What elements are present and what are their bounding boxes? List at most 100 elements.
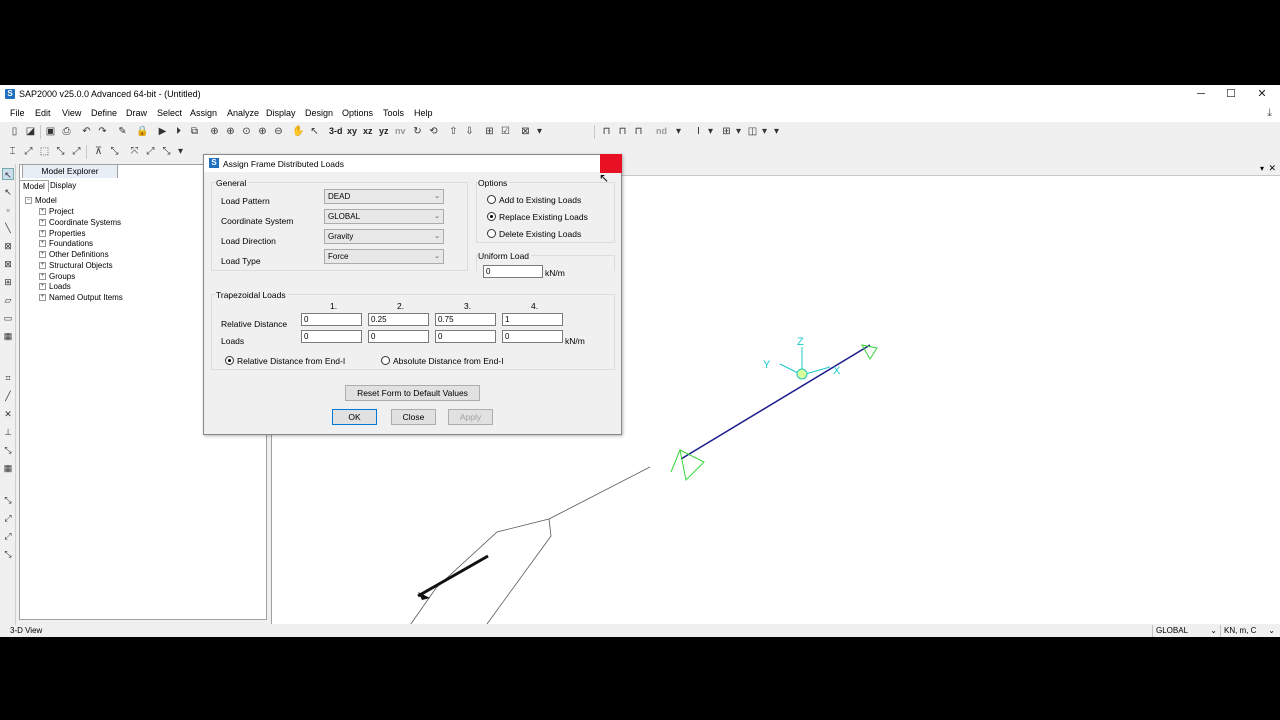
tree-node-loads[interactable]: + Loads [39,281,71,292]
absolute-distance-radio[interactable] [381,356,390,365]
reset-form-button[interactable]: Reset Form to Default Values [345,385,480,401]
absolute-distance-option[interactable]: Absolute Distance from End-I [393,356,504,366]
tab-display[interactable]: Display [47,180,79,192]
maximize-button[interactable]: ☐ [1216,85,1246,104]
expand-icon[interactable]: + [39,240,46,248]
snap-mid-icon[interactable]: ⤡ [2,444,14,456]
zoom-full-icon[interactable]: ⊙ [240,125,253,138]
analysis-options-icon[interactable]: ⧉ [188,125,201,138]
view-nv-button[interactable]: nv [395,126,406,136]
view-xz-button[interactable]: xz [363,126,373,136]
tab-model[interactable]: Model [19,180,49,192]
brace-draw-icon[interactable]: ⊠ [2,258,14,270]
menu-file[interactable]: File [10,108,25,118]
menu-draw[interactable]: Draw [126,108,147,118]
check-icon[interactable]: ☑ [499,125,512,138]
chevron-down-icon[interactable]: ▾ [704,125,717,138]
delete-existing-label[interactable]: Delete Existing Loads [499,229,581,239]
minimize-button[interactable]: ─ [1186,85,1216,104]
download-icon[interactable]: ⤓ [1267,107,1272,120]
relative-distance-radio[interactable] [225,356,234,365]
run-now-icon[interactable]: ⏵ [172,125,185,138]
pencil-icon[interactable]: ✎ [116,125,129,138]
select-all-side-icon[interactable]: ⤡ [2,494,14,506]
rel-dist-4-input[interactable]: 1 [502,313,563,326]
close-button[interactable]: Close [391,409,436,425]
coord-system-select[interactable]: GLOBAL ⌄ [1152,625,1220,637]
snap-line-icon[interactable]: ╱ [2,390,14,402]
load-3-input[interactable]: 0 [435,330,496,343]
load-direction-select[interactable]: Gravity ⌄ [324,229,444,244]
area-draw-icon[interactable]: ▱ [2,294,14,306]
menu-display[interactable]: Display [266,108,296,118]
load-1-input[interactable]: 0 [301,330,362,343]
zoom-in-icon[interactable]: ⊕ [256,125,269,138]
tree-node-project[interactable]: + Project [39,206,74,217]
release-icon[interactable]: ⤡ [108,145,121,158]
menu-select[interactable]: Select [157,108,182,118]
view-xy-button[interactable]: xy [347,126,357,136]
collapse-icon[interactable]: − [25,197,32,205]
draw-area-icon[interactable]: ⬚ [38,145,51,158]
menu-design[interactable]: Design [305,108,333,118]
chevron-down-icon[interactable]: ▾ [732,125,745,138]
snap-grid-icon[interactable]: ▦ [2,462,14,474]
replace-existing-radio[interactable] [487,212,496,221]
load-type-select[interactable]: Force ⌄ [324,249,444,264]
brace-icon[interactable]: ⊓ [616,125,629,138]
select-ps-icon[interactable]: ⤢ [2,512,14,524]
select-prev-icon[interactable]: ⤢ [144,145,157,158]
zoom-window-icon[interactable]: ⊕ [208,125,221,138]
frame-draw-icon[interactable]: ⊠ [2,240,14,252]
uniform-load-input[interactable]: 0 [483,265,543,278]
expand-icon[interactable]: + [39,208,46,216]
pan-icon[interactable]: ✋ [292,125,305,138]
menu-define[interactable]: Define [91,108,117,118]
move-down-icon[interactable]: ⇩ [463,125,476,138]
joint-icon[interactable]: ▫ [2,204,14,216]
model-explorer-tab[interactable]: Model Explorer [22,164,118,178]
print-icon[interactable]: ⎙ [60,125,73,138]
tree-node-structural-objects[interactable]: + Structural Objects [39,260,113,271]
snap-intersection-icon[interactable]: ✕ [2,408,14,420]
units-select[interactable]: KN, m, C ⌄ [1220,625,1278,637]
expand-icon[interactable]: + [39,262,46,270]
run-icon[interactable]: ▶ [156,125,169,138]
new-file-icon[interactable]: ▯ [8,125,21,138]
add-existing-radio[interactable] [487,195,496,204]
tree-node-model[interactable]: − Model [25,195,57,206]
replace-existing-label[interactable]: Replace Existing Loads [499,212,588,222]
menu-assign[interactable]: Assign [190,108,217,118]
tree-node-foundations[interactable]: + Foundations [39,238,93,249]
snap-perp-icon[interactable]: ⊥ [2,426,14,438]
load-pattern-select[interactable]: DEAD ⌄ [324,189,444,204]
zoom-out-icon[interactable]: ⊖ [272,125,285,138]
expand-icon[interactable]: + [39,230,46,238]
rel-dist-2-input[interactable]: 0.25 [368,313,429,326]
draw-cable-icon[interactable]: ⤡ [54,145,67,158]
draw-link-icon[interactable]: ⤢ [70,145,83,158]
section-cut-icon[interactable]: ⊞ [2,276,14,288]
select-all-icon[interactable]: ⤧ [128,145,141,158]
snap-joint-icon[interactable]: ⌗ [2,372,14,384]
perspective-icon[interactable]: ⟲ [427,125,440,138]
tree-node-coordinate-systems[interactable]: + Coordinate Systems [39,217,121,228]
delete-existing-radio[interactable] [487,229,496,238]
pointer-icon[interactable]: ↖ [308,125,321,138]
draw-frame-icon[interactable]: ⤢ [22,145,35,158]
expand-icon[interactable]: + [39,273,46,281]
menu-analyze[interactable]: Analyze [227,108,259,118]
menu-view[interactable]: View [62,108,81,118]
display-options-icon[interactable]: ⊠ [519,125,532,138]
beam-icon[interactable]: ⊓ [632,125,645,138]
view-3d-button[interactable]: 3-d [329,126,343,136]
dialog-title-bar[interactable]: S Assign Frame Distributed Loads [204,155,621,172]
chevron-down-icon[interactable]: ▾ [174,145,187,158]
quick-area-icon[interactable]: ▦ [2,330,14,342]
add-existing-label[interactable]: Add to Existing Loads [499,195,581,205]
chevron-down-icon[interactable]: ▾ [770,125,783,138]
restraint-icon[interactable]: ⊼ [92,145,105,158]
expand-icon[interactable]: + [39,251,46,259]
load-4-input[interactable]: 0 [502,330,563,343]
rel-dist-1-input[interactable]: 0 [301,313,362,326]
